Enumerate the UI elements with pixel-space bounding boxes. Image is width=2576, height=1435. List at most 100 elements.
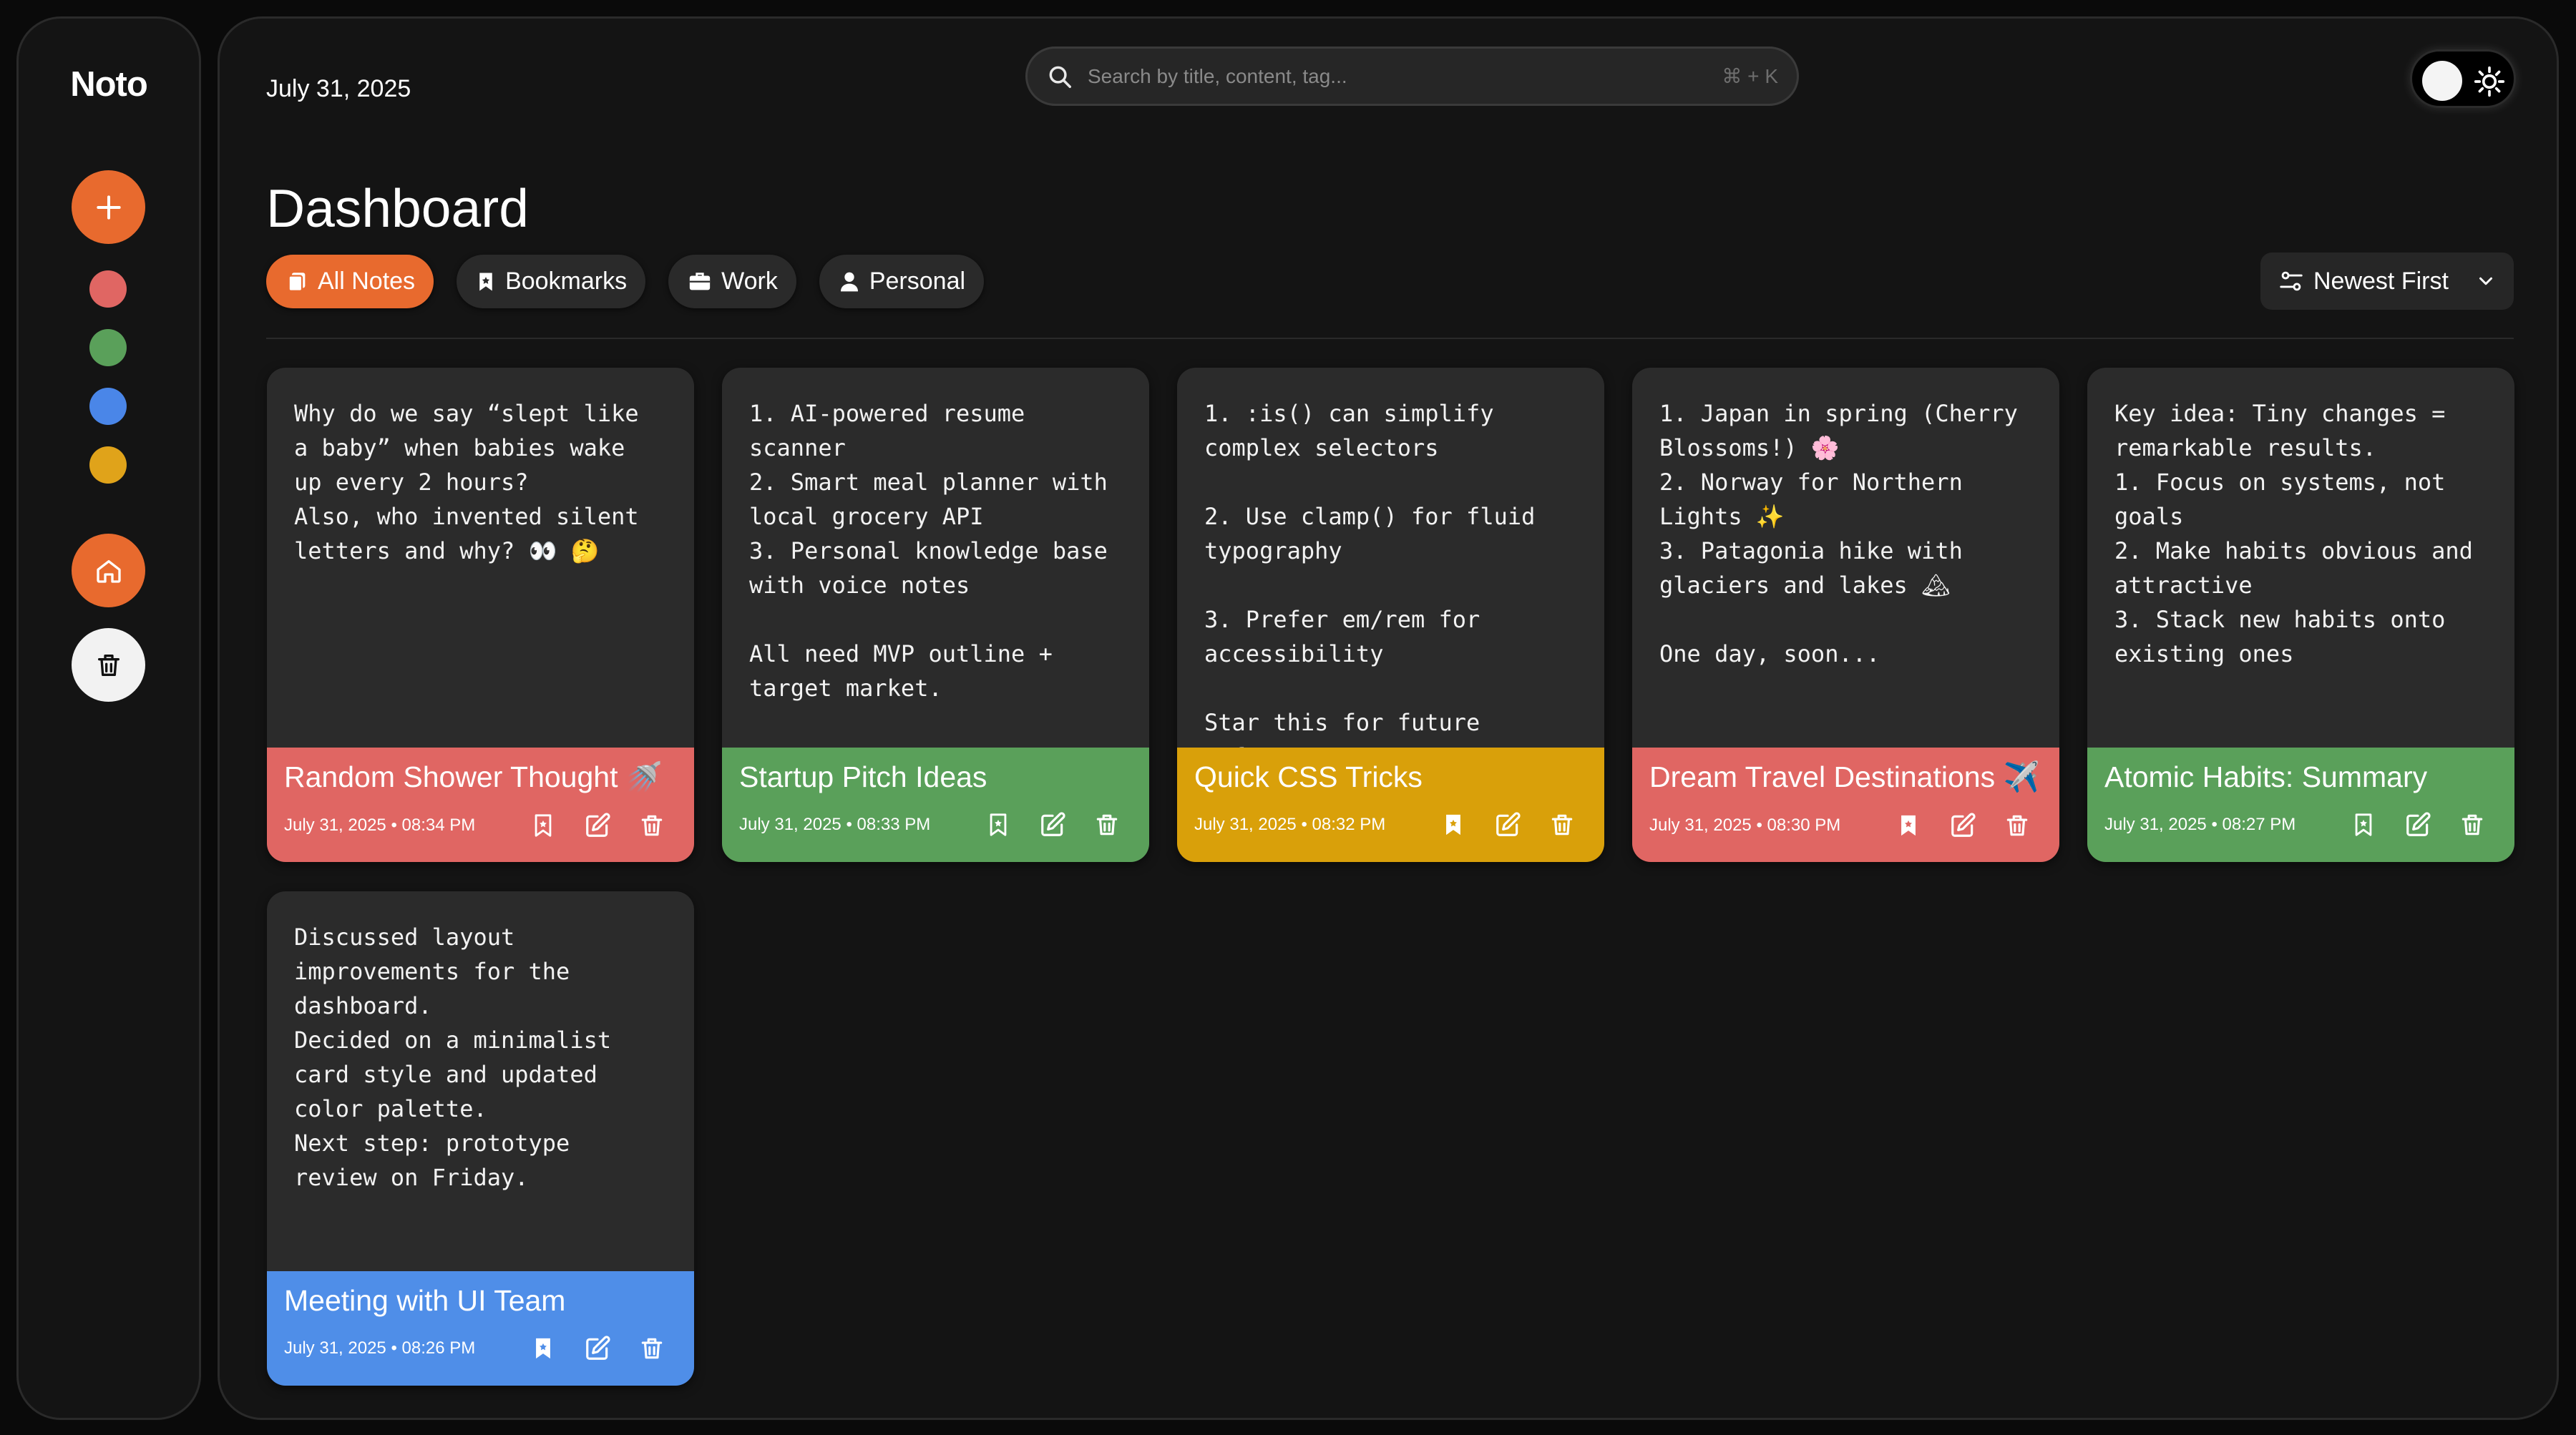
- sort-icon: [2280, 271, 2303, 291]
- note-title: Dream Travel Destinations ✈️: [1649, 760, 2040, 793]
- note-date: July 31, 2025 • 08:30 PM: [1649, 816, 1841, 835]
- note-content: Why do we say “slept like a baby” when b…: [294, 400, 639, 564]
- trash-icon: [2006, 815, 2028, 836]
- filter-label: All Notes: [318, 268, 416, 295]
- edit-icon: [1041, 812, 1065, 836]
- current-date: July 31, 2025: [266, 75, 411, 102]
- main-panel: July 31, 2025 Search by title, content, …: [218, 16, 2559, 1420]
- search-input[interactable]: Search by title, content, tag...: [1088, 65, 1722, 88]
- bookmark-button[interactable]: [1438, 810, 1468, 840]
- delete-button[interactable]: [2002, 810, 2032, 841]
- note-date: July 31, 2025 • 08:26 PM: [284, 1338, 476, 1358]
- note-title: Atomic Habits: Summary: [2104, 760, 2428, 793]
- note-card[interactable]: Key idea: Tiny changes = remarkable resu…: [2087, 368, 2514, 862]
- note-footer: Meeting with UI Team July 31, 2025 • 08:…: [267, 1271, 694, 1386]
- color-filter-blue[interactable]: [89, 388, 127, 425]
- edit-button[interactable]: [582, 1333, 613, 1363]
- plus-icon: [96, 195, 121, 220]
- note-title: Random Shower Thought 🚿: [284, 760, 663, 793]
- bookmark-button[interactable]: [983, 810, 1013, 840]
- person-icon: [840, 272, 858, 291]
- sidebar: Noto: [16, 16, 201, 1420]
- edit-icon: [1496, 812, 1521, 836]
- note-footer: Quick CSS Tricks July 31, 2025 • 08:32 P…: [1177, 748, 1604, 862]
- note-card[interactable]: 1. AI-powered resume scanner 2. Smart me…: [722, 368, 1149, 862]
- trash-icon: [97, 654, 119, 676]
- note-content: 1. Japan in spring (Cherry Blossoms!) 🌸 …: [1659, 400, 2018, 667]
- note-date: July 31, 2025 • 08:33 PM: [739, 815, 931, 834]
- filter-personal[interactable]: Personal: [819, 255, 985, 308]
- note-date: July 31, 2025 • 08:27 PM: [2104, 815, 2296, 834]
- filter-bookmarks[interactable]: Bookmarks: [457, 255, 646, 308]
- note-title: Meeting with UI Team: [284, 1284, 566, 1317]
- bookmark-icon: [479, 273, 492, 290]
- trash-button[interactable]: [72, 628, 145, 702]
- color-filter-red[interactable]: [89, 270, 127, 308]
- briefcase-icon: [689, 272, 711, 290]
- bookmark-button[interactable]: [528, 1333, 558, 1363]
- bookmark-button[interactable]: [1893, 810, 1923, 841]
- app-logo: Noto: [70, 65, 148, 104]
- note-footer: Startup Pitch Ideas July 31, 2025 • 08:3…: [722, 748, 1149, 862]
- edit-icon: [1951, 813, 1976, 837]
- home-button[interactable]: [72, 534, 145, 607]
- filter-label: Bookmarks: [505, 268, 628, 295]
- edit-button[interactable]: [582, 810, 613, 841]
- trash-icon: [641, 815, 663, 836]
- bookmark-icon: [2355, 813, 2372, 836]
- bookmark-icon: [990, 813, 1007, 836]
- search-bar[interactable]: Search by title, content, tag... ⌘ + K: [1025, 46, 1799, 106]
- note-card[interactable]: 1. Japan in spring (Cherry Blossoms!) 🌸 …: [1632, 368, 2059, 862]
- delete-button[interactable]: [637, 810, 667, 841]
- chevron-down-icon: [2479, 277, 2492, 285]
- note-card[interactable]: Discussed layout improvements for the da…: [267, 891, 694, 1386]
- note-footer: Dream Travel Destinations ✈️ July 31, 20…: [1632, 748, 2059, 862]
- edit-button[interactable]: [1038, 810, 1068, 840]
- trash-icon: [1551, 814, 1573, 836]
- bookmark-filled-icon: [1901, 815, 1916, 836]
- trash-icon: [1096, 814, 1118, 836]
- note-card[interactable]: Why do we say “slept like a baby” when b…: [267, 368, 694, 862]
- divider: [266, 338, 2514, 339]
- bookmark-button[interactable]: [2348, 810, 2379, 840]
- theme-toggle[interactable]: [2410, 49, 2516, 108]
- bookmark-filled-icon: [536, 1338, 550, 1359]
- note-footer: Atomic Habits: Summary July 31, 2025 • 0…: [2087, 748, 2514, 862]
- home-icon: [96, 559, 121, 583]
- toggle-knob: [2422, 61, 2462, 101]
- note-footer: Random Shower Thought 🚿 July 31, 2025 • …: [267, 748, 694, 862]
- notes-icon: [288, 272, 306, 292]
- edit-icon: [2406, 812, 2431, 836]
- sun-icon: [2474, 66, 2505, 97]
- sort-dropdown[interactable]: Newest First: [2260, 253, 2514, 310]
- note-content: 1. :is() can simplify complex selectors …: [1204, 400, 1536, 748]
- trash-icon: [2462, 814, 2483, 836]
- edit-icon: [586, 813, 610, 837]
- bookmark-button[interactable]: [528, 810, 558, 841]
- filter-all-notes[interactable]: All Notes: [266, 255, 434, 308]
- edit-button[interactable]: [2403, 810, 2433, 840]
- note-date: July 31, 2025 • 08:34 PM: [284, 816, 476, 835]
- note-content: Discussed layout improvements for the da…: [294, 924, 612, 1191]
- filter-work[interactable]: Work: [668, 255, 796, 308]
- note-card[interactable]: 1. :is() can simplify complex selectors …: [1177, 368, 1604, 862]
- page-title: Dashboard: [266, 178, 529, 238]
- note-date: July 31, 2025 • 08:32 PM: [1194, 815, 1386, 834]
- color-filter-green[interactable]: [89, 329, 127, 366]
- delete-button[interactable]: [1547, 810, 1577, 840]
- delete-button[interactable]: [2457, 810, 2487, 840]
- edit-icon: [586, 1336, 610, 1360]
- edit-button[interactable]: [1493, 810, 1523, 840]
- add-note-button[interactable]: [72, 170, 145, 244]
- delete-button[interactable]: [637, 1333, 667, 1363]
- bookmark-icon: [535, 814, 552, 837]
- color-filter-yellow[interactable]: [89, 446, 127, 484]
- filter-label: Work: [721, 268, 778, 295]
- search-shortcut: ⌘ + K: [1722, 65, 1778, 87]
- delete-button[interactable]: [1092, 810, 1122, 840]
- search-icon: [1049, 66, 1071, 88]
- sort-label: Newest First: [2313, 267, 2449, 295]
- bookmark-filled-icon: [1446, 814, 1460, 836]
- edit-button[interactable]: [1948, 810, 1978, 841]
- filter-label: Personal: [869, 268, 966, 295]
